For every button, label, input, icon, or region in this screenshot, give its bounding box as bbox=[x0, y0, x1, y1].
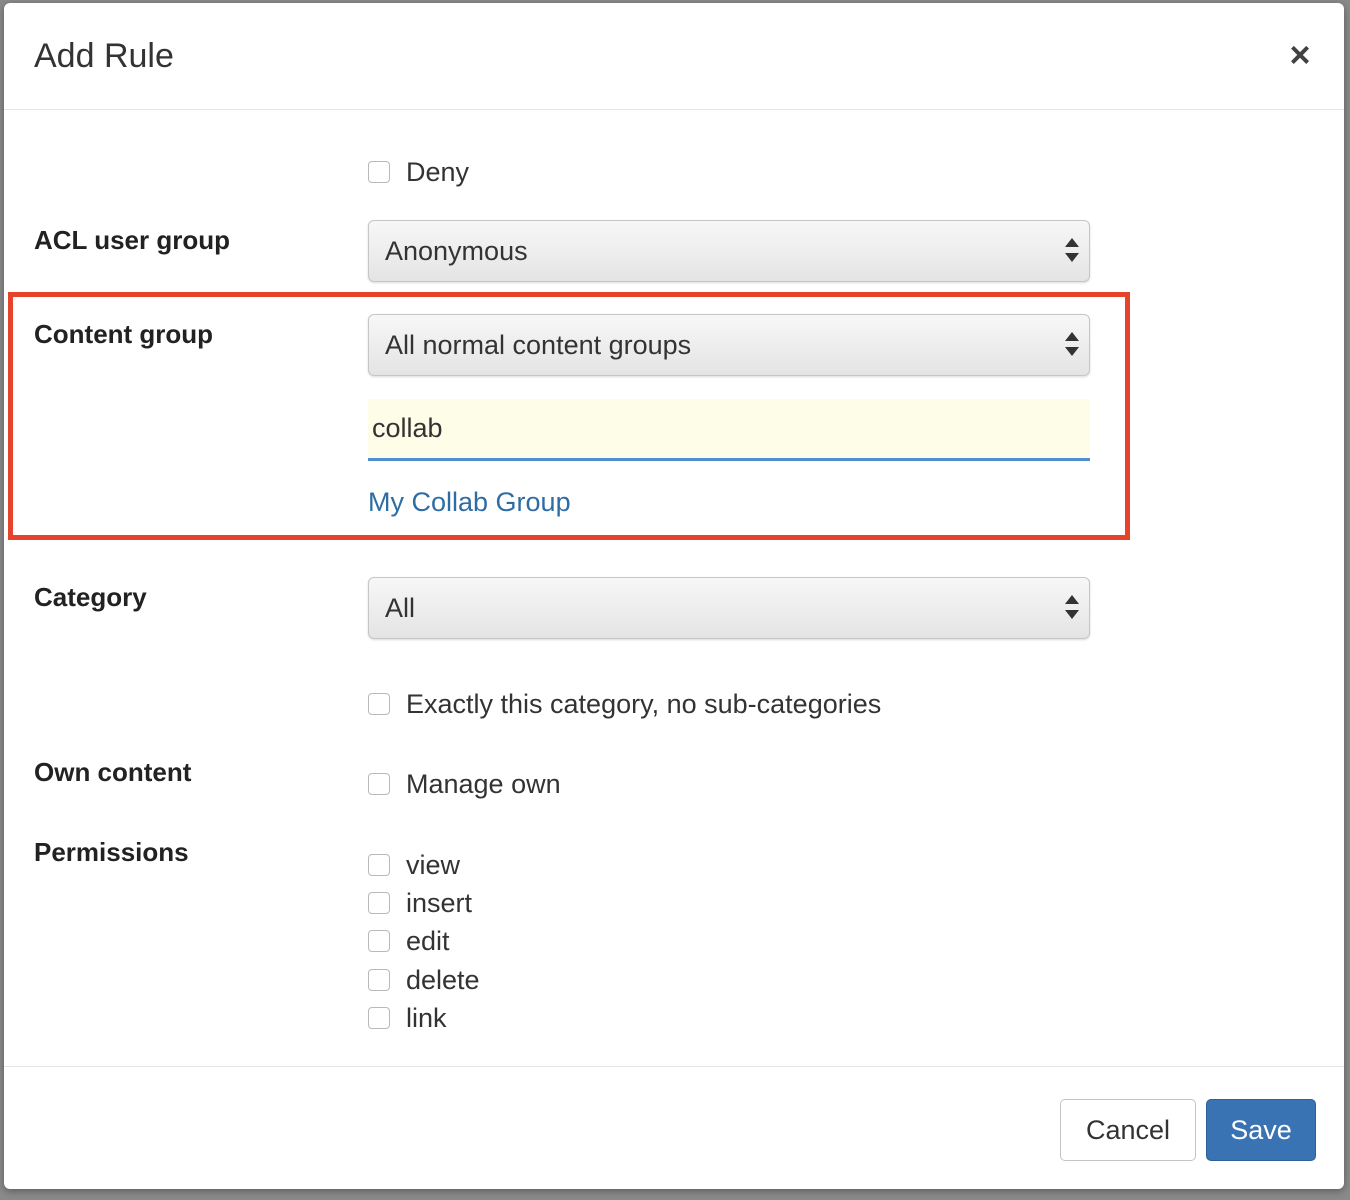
close-button[interactable]: × bbox=[1284, 37, 1316, 73]
acl-user-group-value: Anonymous bbox=[385, 236, 528, 266]
add-rule-dialog: Add Rule × Deny ACL user group Anonymous… bbox=[4, 3, 1344, 1189]
permission-edit[interactable]: edit bbox=[368, 926, 450, 956]
exact-category-option[interactable]: Exactly this category, no sub-categories bbox=[368, 689, 881, 719]
exact-category-label: Exactly this category, no sub-categories bbox=[406, 688, 882, 719]
permissions-label: Permissions bbox=[34, 837, 189, 867]
acl-user-group-label: ACL user group bbox=[34, 225, 230, 255]
select-arrows-icon bbox=[1065, 592, 1079, 624]
dialog-header: Add Rule × bbox=[4, 3, 1344, 110]
content-group-search-input[interactable] bbox=[368, 399, 1090, 461]
acl-user-group-select[interactable]: Anonymous bbox=[368, 220, 1090, 282]
select-arrows-icon bbox=[1065, 329, 1079, 361]
permission-checkbox[interactable] bbox=[368, 1007, 390, 1029]
content-group-select[interactable]: All normal content groups bbox=[368, 314, 1090, 376]
permission-label: insert bbox=[406, 887, 473, 918]
save-button[interactable]: Save bbox=[1206, 1099, 1316, 1161]
deny-option[interactable]: Deny bbox=[368, 157, 469, 187]
category-select[interactable]: All bbox=[368, 577, 1090, 639]
permission-delete[interactable]: delete bbox=[368, 965, 480, 995]
manage-own-label: Manage own bbox=[406, 768, 561, 799]
permission-label: link bbox=[406, 1002, 447, 1033]
category-label: Category bbox=[34, 582, 147, 612]
permission-checkbox[interactable] bbox=[368, 854, 390, 876]
own-content-label: Own content bbox=[34, 757, 192, 787]
manage-own-option[interactable]: Manage own bbox=[368, 769, 561, 799]
permission-view[interactable]: view bbox=[368, 850, 460, 880]
deny-checkbox[interactable] bbox=[368, 161, 390, 183]
manage-own-checkbox[interactable] bbox=[368, 773, 390, 795]
select-arrows-icon bbox=[1065, 235, 1079, 267]
permission-label: view bbox=[406, 849, 461, 880]
permission-label: delete bbox=[406, 964, 480, 995]
close-icon: × bbox=[1289, 34, 1311, 75]
content-group-value: All normal content groups bbox=[385, 330, 692, 360]
permission-checkbox[interactable] bbox=[368, 930, 390, 952]
content-group-label: Content group bbox=[34, 319, 214, 349]
permission-link[interactable]: link bbox=[368, 1003, 447, 1033]
permission-label: edit bbox=[406, 925, 450, 956]
dialog-footer: Cancel Save bbox=[4, 1066, 1344, 1189]
permission-checkbox[interactable] bbox=[368, 969, 390, 991]
cancel-button[interactable]: Cancel bbox=[1060, 1099, 1196, 1161]
dialog-title: Add Rule bbox=[34, 37, 174, 75]
content-group-result-link[interactable]: My Collab Group bbox=[368, 487, 571, 518]
category-value: All bbox=[385, 593, 416, 623]
permission-insert[interactable]: insert bbox=[368, 888, 472, 918]
permission-checkbox[interactable] bbox=[368, 892, 390, 914]
exact-category-checkbox[interactable] bbox=[368, 693, 390, 715]
deny-label: Deny bbox=[406, 156, 470, 187]
